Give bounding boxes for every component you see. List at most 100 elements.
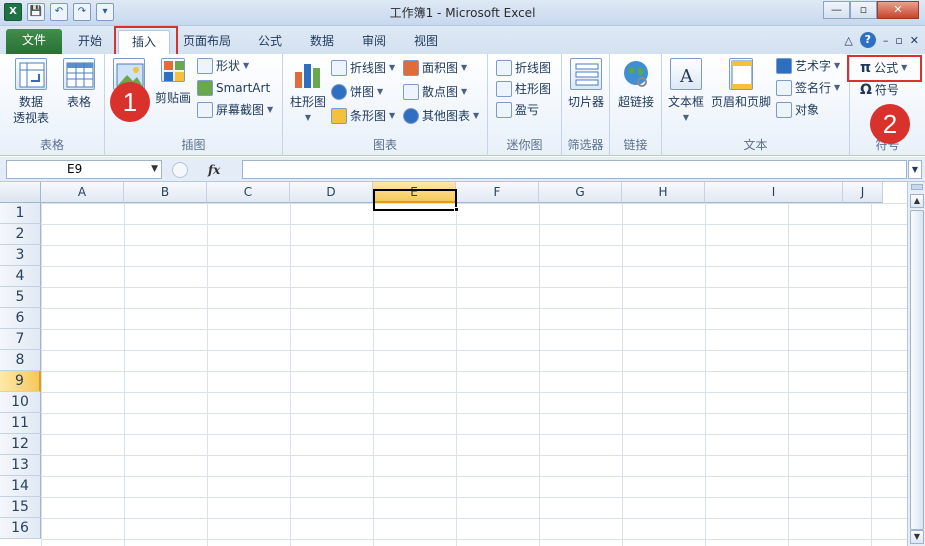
tab-home[interactable]: 开始 [68,30,112,54]
column-header-b[interactable]: B [124,182,207,203]
sparkline-column-label: 柱形图 [515,82,552,96]
column-header-c[interactable]: C [207,182,290,203]
tab-review[interactable]: 审阅 [352,30,396,54]
sparkline-line-button[interactable]: 折线图 [496,58,551,78]
row-header-2[interactable]: 2 [0,224,41,245]
worksheet-grid: ABCDEFGHIJ 1 2 3 4 5 6 7 8 9 10 11 12 13 14 15 16 [0,182,907,546]
name-box[interactable]: E9 ▼ [6,160,162,179]
bar-chart-icon [331,108,347,124]
column-header-g[interactable]: G [539,182,622,203]
minimize-button[interactable]: — [823,1,850,19]
row-header-4[interactable]: 4 [0,266,41,287]
row-header-6[interactable]: 6 [0,308,41,329]
textbox-button[interactable]: A 文本框 ▼ [664,58,708,126]
tab-page-layout[interactable]: 页面布局 [176,30,238,54]
row-header-3[interactable]: 3 [0,245,41,266]
row-header-15[interactable]: 15 [0,497,41,518]
scroll-up-icon[interactable]: ▲ [910,194,924,208]
tab-file[interactable]: 文件 [6,29,62,54]
sparkline-winloss-icon [496,102,512,118]
line-chart-button[interactable]: 折线图 ▼ [331,58,395,78]
other-charts-button[interactable]: 其他图表 ▼ [403,106,479,126]
tab-formulas[interactable]: 公式 [248,30,292,54]
slicer-button[interactable]: 切片器 [564,58,608,110]
help-icon[interactable]: ? [859,32,876,48]
expand-formula-bar-icon[interactable]: ▼ [908,160,922,179]
group-sparklines-label: 迷你图 [506,138,543,152]
table-button[interactable]: 表格 [58,58,100,110]
object-button[interactable]: 对象 [776,100,819,120]
cells-area[interactable] [41,203,907,546]
column-chart-button[interactable]: 柱形图 ▼ [287,58,329,126]
insert-function-icon[interactable]: fx [208,163,220,177]
formula-input[interactable] [242,160,907,179]
row-header-5[interactable]: 5 [0,287,41,308]
symbol-button[interactable]: Ω 符号 [860,80,899,100]
row-header-7[interactable]: 7 [0,329,41,350]
scroll-thumb[interactable] [910,210,924,530]
workbook-restore-icon[interactable]: ▫ [895,34,902,47]
select-all-corner[interactable] [0,182,41,203]
signature-line-button[interactable]: 签名行 ▼ [776,78,840,98]
hyperlink-button[interactable]: 超链接 [614,58,658,110]
screenshot-button[interactable]: 屏幕截图 ▼ [197,100,273,120]
screenshot-icon [197,102,213,118]
row-header-8[interactable]: 8 [0,350,41,371]
row-header-1[interactable]: 1 [0,203,41,224]
column-header-i[interactable]: I [705,182,843,203]
name-box-caret-icon[interactable]: ▼ [151,161,158,178]
shapes-button[interactable]: 形状 ▼ [197,56,249,76]
sparkline-winloss-label: 盈亏 [515,103,540,117]
maximize-button[interactable]: ▫ [850,1,877,19]
pivot-table-button[interactable]: 数据 透视表 [6,58,56,126]
wordart-button[interactable]: 艺术字 ▼ [776,56,840,76]
hyperlink-label: 超链接 [617,95,654,109]
group-text-label: 文本 [743,138,768,152]
header-footer-label: 页眉和页脚 [710,95,771,109]
column-header-h[interactable]: H [622,182,705,203]
globe-icon [620,58,652,90]
column-header-f[interactable]: F [456,182,539,203]
row-header-11[interactable]: 11 [0,413,41,434]
close-button[interactable]: ✕ [877,1,919,19]
clip-art-button[interactable]: 剪贴画 [149,58,197,106]
signature-line-label: 签名行 [795,81,832,95]
sparkline-column-icon [496,81,512,97]
collapse-ribbon-icon[interactable]: △ [844,34,852,47]
tab-view[interactable]: 视图 [404,30,448,54]
row-header-10[interactable]: 10 [0,392,41,413]
active-cell[interactable] [373,189,457,211]
row-header-13[interactable]: 13 [0,455,41,476]
smartart-button[interactable]: SmartArt [197,78,270,98]
column-header-a[interactable]: A [41,182,124,203]
tab-data[interactable]: 数据 [300,30,344,54]
bar-chart-button[interactable]: 条形图 ▼ [331,106,395,126]
svg-text:A: A [679,66,694,87]
group-text: A 文本框 ▼ 页眉和页脚 艺术字 ▼ 签名行 ▼ 对象 文本 [662,54,850,156]
table-label: 表格 [66,95,91,109]
column-chart-label: 柱形图 [289,95,326,109]
row-header-14[interactable]: 14 [0,476,41,497]
workbook-minimize-icon[interactable]: – [883,34,889,47]
column-header-d[interactable]: D [290,182,373,203]
vertical-scrollbar[interactable]: ▲ ▼ [907,182,925,546]
pie-chart-button[interactable]: 饼图 ▼ [331,82,383,102]
line-chart-label: 折线图 [350,61,387,75]
workbook-close-icon[interactable]: ✕ [910,34,919,47]
split-handle[interactable] [911,184,923,190]
row-header-16[interactable]: 16 [0,518,41,539]
column-header-j[interactable]: J [843,182,883,203]
header-footer-button[interactable]: 页眉和页脚 [708,58,774,110]
row-header-9[interactable]: 9 [0,371,41,392]
area-chart-button[interactable]: 面积图 ▼ [403,58,467,78]
sparkline-column-button[interactable]: 柱形图 [496,79,551,99]
fill-handle[interactable] [454,207,459,212]
scatter-chart-icon [403,84,419,100]
clip-art-label: 剪贴画 [154,91,191,105]
sparkline-winloss-button[interactable]: 盈亏 [496,100,539,120]
scatter-chart-button[interactable]: 散点图 ▼ [403,82,467,102]
cancel-entry-icon[interactable] [172,161,188,178]
window-title: 工作簿1 - Microsoft Excel [389,6,536,20]
scroll-down-icon[interactable]: ▼ [910,530,924,544]
row-header-12[interactable]: 12 [0,434,41,455]
